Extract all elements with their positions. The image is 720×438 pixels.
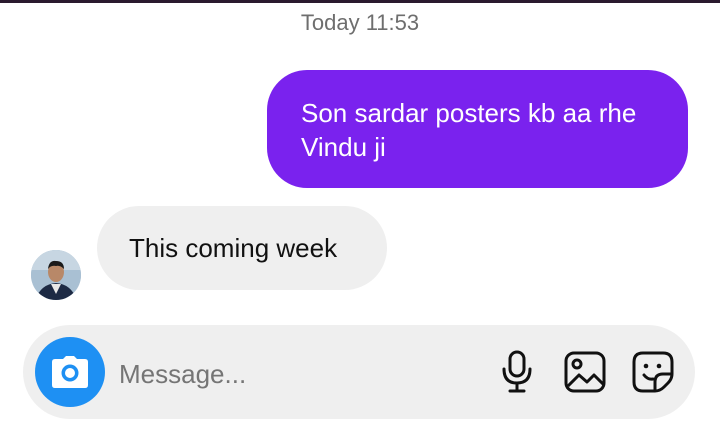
gallery-button[interactable] — [561, 348, 609, 396]
voice-message-button[interactable] — [493, 348, 541, 396]
message-timestamp: Today 11:53 — [300, 10, 420, 35]
message-input[interactable] — [117, 353, 481, 395]
camera-button[interactable] — [35, 337, 105, 407]
contact-avatar[interactable] — [31, 250, 81, 300]
message-composer — [23, 325, 695, 419]
incoming-message-bubble[interactable]: This coming week — [97, 206, 387, 290]
top-edge-divider — [0, 0, 720, 3]
camera-icon — [52, 356, 88, 388]
outgoing-message-bubble[interactable]: Son sardar posters kb aa rhe Vindu ji — [267, 70, 688, 188]
gallery-icon — [564, 351, 606, 393]
sticker-button[interactable] — [629, 348, 677, 396]
sticker-icon — [632, 351, 674, 393]
avatar-photo — [31, 250, 81, 300]
microphone-icon — [502, 350, 532, 393]
